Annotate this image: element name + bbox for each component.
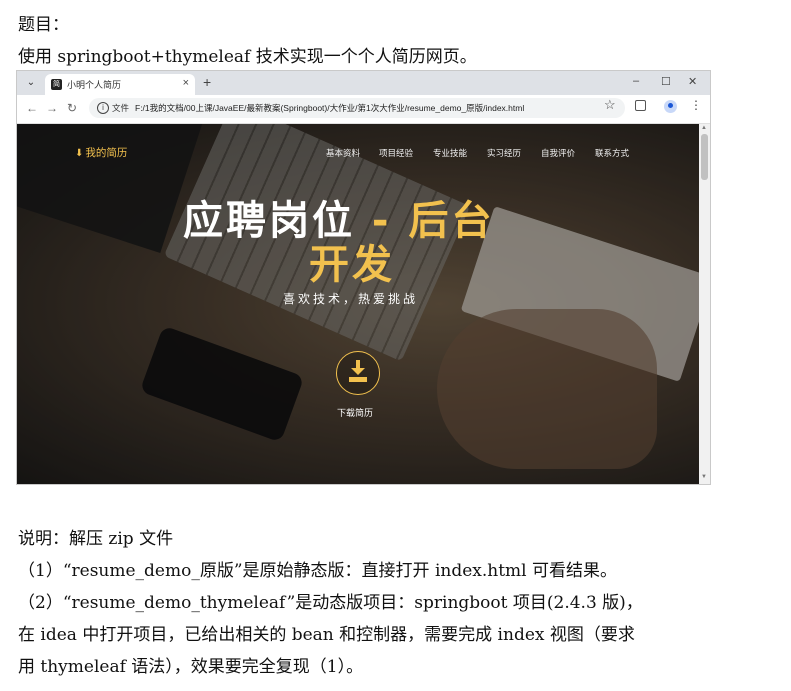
brand-label: 我的简历 — [85, 147, 128, 159]
download-button[interactable] — [336, 351, 380, 395]
menu-icon[interactable]: ⋮ — [690, 98, 702, 112]
nav-item-basic-info[interactable]: 基本资料 — [326, 147, 360, 159]
nav-item-projects[interactable]: 项目经验 — [379, 147, 413, 159]
url-text[interactable]: F:/1我的文档/00上课/JavaEE/最新教案(Springboot)/大作… — [135, 102, 524, 114]
star-icon[interactable]: ☆ — [604, 97, 616, 113]
download-label[interactable]: 下载简历 — [337, 406, 373, 419]
reload-icon[interactable]: ↻ — [67, 101, 77, 115]
page-viewport: ⬇ 我的简历 基本资料 项目经验 专业技能 实习经历 自我评价 联系方式 应聘岗位… — [17, 124, 699, 484]
doc-note-1: 说明：解压 zip 文件 — [18, 529, 174, 549]
forward-icon[interactable]: → — [46, 101, 58, 115]
dropdown-icon[interactable]: ⌄ — [23, 75, 39, 91]
doc-note-5: 用 thymeleaf 语法），效果要完全复现（1）。 — [18, 657, 364, 677]
tab-favicon: 简 — [51, 79, 62, 90]
browser-tab[interactable]: 简 小明个人简历 × — [45, 74, 195, 95]
window-close-icon[interactable]: ✕ — [688, 75, 697, 88]
scroll-up-icon[interactable]: ▲ — [701, 125, 707, 131]
tab-bar: ⌄ 简 小明个人简历 × + – ☐ ✕ — [17, 71, 710, 95]
scrollbar[interactable]: ▲ ▼ — [699, 124, 710, 484]
site-brand[interactable]: ⬇ 我的简历 — [75, 145, 127, 160]
minimize-icon[interactable]: – — [633, 75, 639, 87]
close-icon[interactable]: × — [183, 77, 189, 89]
address-bar[interactable]: i 文件 F:/1我的文档/00上课/JavaEE/最新教案(Springboo… — [89, 98, 625, 118]
plus-icon[interactable]: + — [203, 74, 211, 90]
nav-item-skills[interactable]: 专业技能 — [433, 147, 467, 159]
download-icon — [349, 360, 367, 382]
info-icon[interactable]: i — [97, 102, 109, 114]
hero-role-line2: 开发 — [309, 242, 395, 288]
back-icon[interactable]: ← — [26, 101, 38, 115]
hero-role: 后台 — [408, 198, 495, 244]
extension-icon[interactable] — [635, 100, 646, 111]
download-icon: ⬇ — [75, 148, 84, 159]
nav-item-self-evaluation[interactable]: 自我评价 — [541, 147, 575, 159]
browser-window: ⌄ 简 小明个人简历 × + – ☐ ✕ ← → ↻ i 文件 F:/1我的文档… — [16, 70, 711, 485]
maximize-icon[interactable]: ☐ — [661, 75, 671, 88]
profile-icon[interactable] — [664, 100, 677, 113]
doc-note-2: （1）“resume_demo_原版”是原始静态版：直接打开 index.htm… — [18, 561, 618, 581]
scroll-thumb[interactable] — [701, 134, 708, 180]
doc-title-line: 题目： — [18, 15, 69, 35]
hero-tagline: 喜欢技术，热爱挑战 — [283, 292, 419, 306]
nav-item-contact[interactable]: 联系方式 — [595, 147, 629, 159]
doc-note-3: （2）“resume_demo_thymeleaf”是动态版项目：springb… — [18, 593, 643, 613]
doc-task-line: 使用 springboot+thymeleaf 技术实现一个个人简历网页。 — [18, 47, 477, 67]
file-label: 文件 — [112, 103, 130, 113]
doc-note-4: 在 idea 中打开项目，已给出相关的 bean 和控制器，需要完成 index… — [18, 625, 635, 645]
scroll-down-icon[interactable]: ▼ — [701, 474, 707, 480]
nav-item-internship[interactable]: 实习经历 — [487, 147, 521, 159]
tab-title: 小明个人简历 — [67, 80, 122, 90]
